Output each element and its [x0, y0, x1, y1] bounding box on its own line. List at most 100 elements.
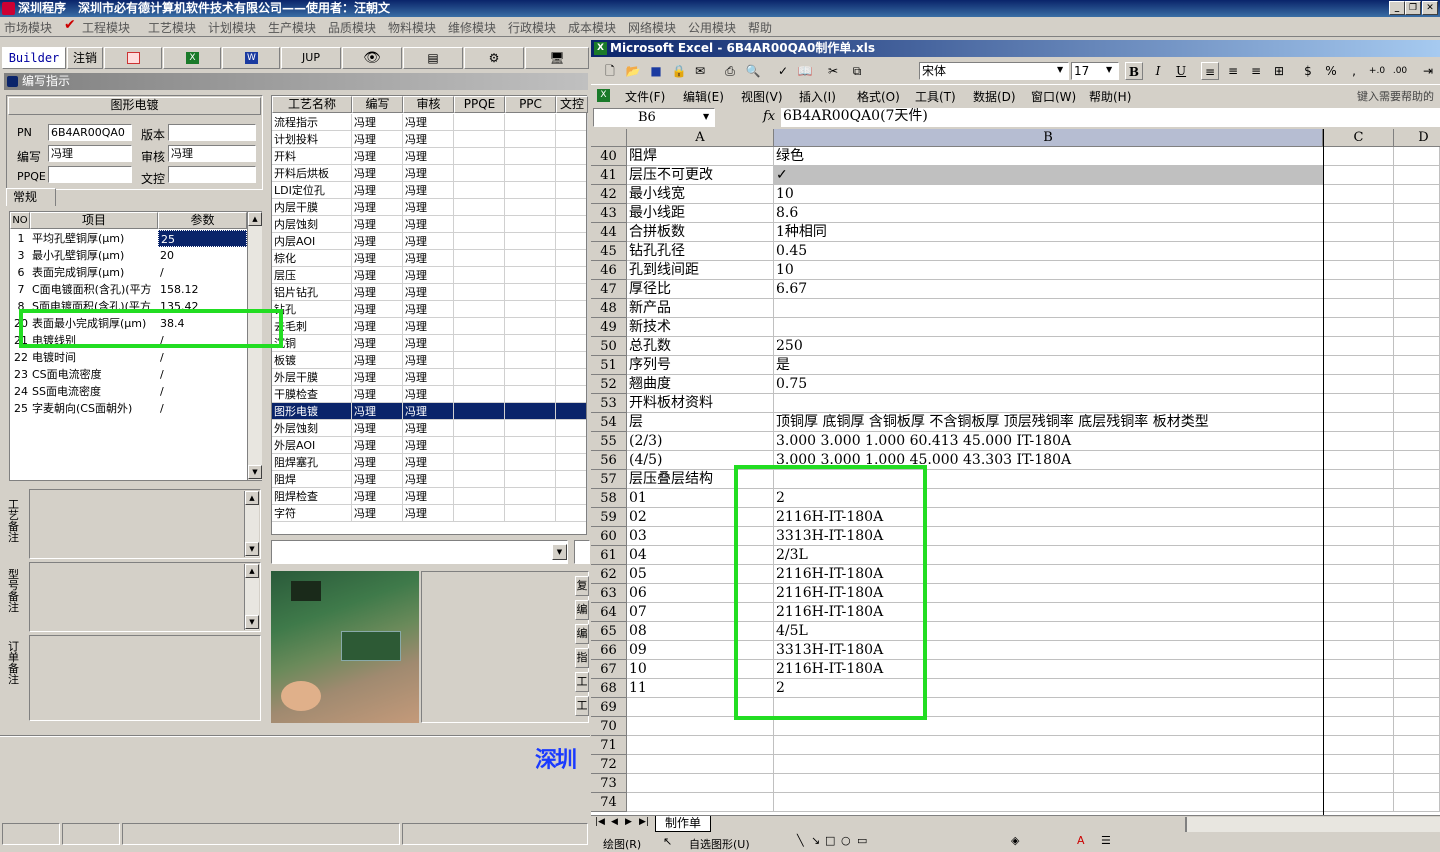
cell-b[interactable]: 1种相同 [774, 223, 1324, 242]
chevron-down-icon[interactable]: ▼ [1057, 65, 1063, 74]
cell-d[interactable] [1394, 147, 1440, 166]
row-number[interactable]: 64 [591, 603, 627, 622]
cell-b[interactable]: 2 [774, 679, 1324, 698]
param-value[interactable]: 20 [158, 247, 247, 264]
process-header-1[interactable]: 编写 [352, 96, 403, 113]
cell-a[interactable] [627, 698, 774, 717]
cell-c[interactable] [1324, 584, 1394, 603]
cell-c[interactable] [1324, 337, 1394, 356]
table-row[interactable]: 干膜检查 冯理 冯理 [272, 386, 588, 403]
table-row[interactable]: 外层AOI 冯理 冯理 [272, 437, 588, 454]
cell-b[interactable]: 3.000 3.000 1.000 45.000 43.303 IT-180A [774, 451, 1324, 470]
process-note-scroll[interactable]: ▲ ▼ [244, 491, 259, 557]
font-name-select[interactable]: 宋体 [919, 62, 1069, 80]
name-box[interactable]: B6 [593, 108, 715, 127]
cell-c[interactable] [1324, 470, 1394, 489]
row-number[interactable]: 74 [591, 793, 627, 812]
research-icon[interactable]: 📖 [796, 62, 814, 80]
cell-c[interactable] [1324, 413, 1394, 432]
cell-a[interactable]: 11 [627, 679, 774, 698]
cell-c[interactable] [1324, 280, 1394, 299]
line-style-icon[interactable]: ☰ [1101, 834, 1111, 847]
jup-button[interactable]: JUP [281, 47, 341, 69]
cell-a[interactable]: 新技术 [627, 318, 774, 337]
select-all-corner[interactable] [591, 129, 627, 147]
oval-icon[interactable]: ○ [841, 834, 851, 847]
table-row[interactable]: 流程指示 冯理 冯理 [272, 114, 588, 131]
table-row[interactable]: 25 字麦朝向(CS面朝外) / [10, 400, 247, 417]
draw-menu[interactable]: 绘图(R) [603, 836, 641, 852]
cell-d[interactable] [1394, 451, 1440, 470]
reviewer-field[interactable]: 冯理 [168, 145, 256, 162]
cell-c[interactable] [1324, 432, 1394, 451]
cell-a[interactable]: 02 [627, 508, 774, 527]
table-row[interactable]: 沉铜 冯理 冯理 [272, 335, 588, 352]
cell-d[interactable] [1394, 603, 1440, 622]
cell-a[interactable]: 最小线宽 [627, 185, 774, 204]
param-value[interactable]: 25 [158, 230, 247, 247]
cell-c[interactable] [1324, 261, 1394, 280]
network-icon[interactable]: ⚙ [464, 47, 524, 69]
cell-c[interactable] [1324, 508, 1394, 527]
cell-c[interactable] [1324, 546, 1394, 565]
table-row[interactable]: 开料后烘板 冯理 冯理 [272, 165, 588, 182]
cell-b[interactable]: 2116H-IT-180A [774, 565, 1324, 584]
cell-a[interactable]: 厚径比 [627, 280, 774, 299]
computer-icon[interactable]: 🖥 [525, 47, 589, 69]
cell-a[interactable] [627, 793, 774, 812]
excel-menu-1[interactable]: 编辑(E) [683, 88, 724, 105]
cell-a[interactable]: 层 [627, 413, 774, 432]
excel-menu-7[interactable]: 窗口(W) [1031, 88, 1076, 105]
row-number[interactable]: 45 [591, 242, 627, 261]
process-note-box[interactable] [29, 489, 261, 559]
permission-icon[interactable]: 🔒 [670, 62, 688, 80]
table-row[interactable]: 内层蚀刻 冯理 冯理 [272, 216, 588, 233]
rectangle-icon[interactable]: □ [825, 834, 835, 847]
cut-icon[interactable]: ✂ [824, 62, 842, 80]
control-field[interactable] [168, 166, 256, 183]
cell-a[interactable]: 新产品 [627, 299, 774, 318]
email-icon[interactable]: ✉ [691, 62, 709, 80]
percent-button[interactable]: % [1322, 62, 1340, 80]
param-value[interactable]: 38.4 [158, 315, 247, 332]
menu-item-4[interactable]: 生产模块 [268, 19, 316, 36]
cell-a[interactable]: 01 [627, 489, 774, 508]
cell-a[interactable] [627, 755, 774, 774]
row-number[interactable]: 65 [591, 622, 627, 641]
cell-a[interactable]: 层压叠层结构 [627, 470, 774, 489]
spelling-icon[interactable]: ✓ [774, 62, 792, 80]
table-row[interactable]: 图形电镀 冯理 冯理 [272, 403, 588, 420]
chevron-down-icon[interactable]: ▼ [552, 544, 567, 560]
menu-item-8[interactable]: 行政模块 [508, 19, 556, 36]
column-header-B[interactable]: B [774, 129, 1323, 147]
print-icon[interactable]: ⎙ [721, 62, 739, 80]
cell-c[interactable] [1324, 736, 1394, 755]
table-row[interactable]: 3 最小孔壁铜厚(μm) 20 [10, 247, 247, 264]
menu-item-3[interactable]: 计划模块 [208, 19, 256, 36]
cell-a[interactable]: 孔到线间距 [627, 261, 774, 280]
menu-item-5[interactable]: 品质模块 [328, 19, 376, 36]
cell-c[interactable] [1324, 774, 1394, 793]
row-number[interactable]: 48 [591, 299, 627, 318]
copy-icon[interactable]: ⧉ [848, 62, 866, 80]
help-search-box[interactable]: 键入需要帮助的 [1357, 88, 1434, 104]
cell-c[interactable] [1324, 451, 1394, 470]
cell-d[interactable] [1394, 242, 1440, 261]
minimize-button[interactable]: _ [1389, 1, 1405, 15]
table-row[interactable]: 阻焊塞孔 冯理 冯理 [272, 454, 588, 471]
cell-c[interactable] [1324, 185, 1394, 204]
row-number[interactable]: 41 [591, 166, 627, 185]
align-center-button[interactable]: ≡ [1224, 62, 1242, 80]
cell-b[interactable] [774, 470, 1324, 489]
cell-b[interactable] [774, 717, 1324, 736]
cell-d[interactable] [1394, 679, 1440, 698]
sheet-tab-active[interactable]: 制作单 [655, 816, 711, 832]
save-icon[interactable]: ■ [647, 62, 665, 80]
cell-d[interactable] [1394, 622, 1440, 641]
excel-menu-2[interactable]: 视图(V) [741, 88, 783, 105]
table-row[interactable]: 20 表面最小完成铜厚(μm) 38.4 [10, 315, 247, 332]
cell-c[interactable] [1324, 603, 1394, 622]
param-value[interactable]: 135.42 [158, 298, 247, 315]
cell-c[interactable] [1324, 622, 1394, 641]
close-button[interactable]: ✕ [1422, 1, 1438, 15]
